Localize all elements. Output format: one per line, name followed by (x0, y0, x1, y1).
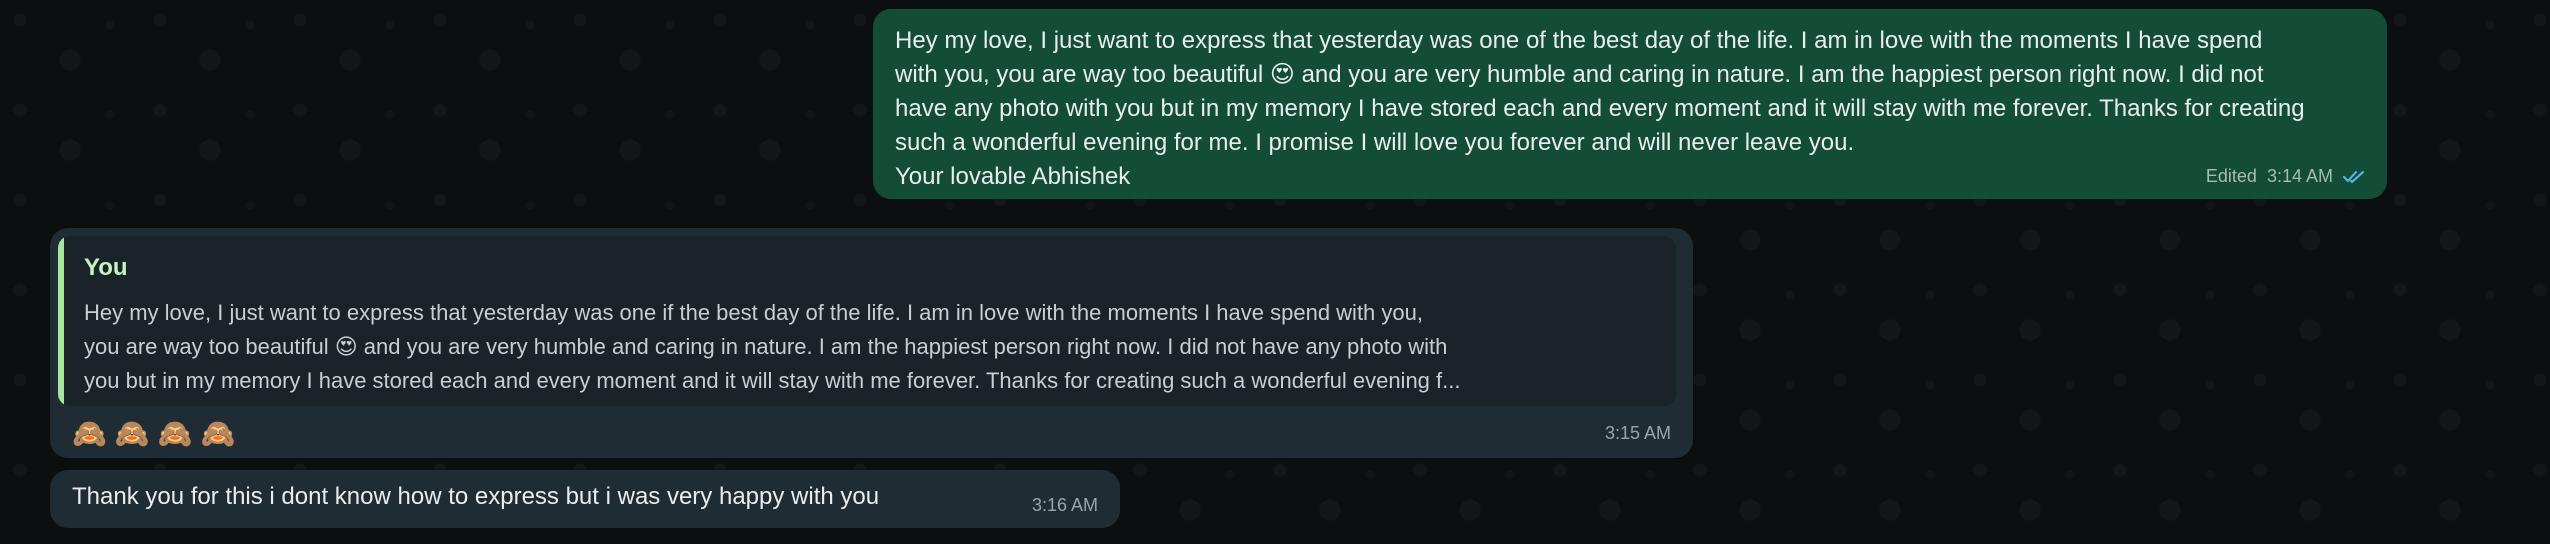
reply-emoji-text: 🙈🙈🙈🙈 (72, 418, 244, 449)
edited-label: Edited (2205, 166, 2257, 186)
incoming-message-bubble[interactable]: Thank you for this i dont know how to ex… (50, 470, 1120, 528)
incoming-reply-bubble[interactable]: You Hey my love, I just want to express … (50, 228, 1693, 458)
incoming-message-time: 3:16 AM (1031, 495, 1098, 515)
incoming-reply-time: 3:15 AM (1604, 423, 1671, 443)
quote-text: Hey my love, I just want to express that… (84, 300, 1461, 393)
quoted-message[interactable]: You Hey my love, I just want to express … (58, 236, 1676, 406)
outgoing-message-meta: Edited 3:14 AM (2206, 166, 2365, 187)
incoming-message-text: Thank you for this i dont know how to ex… (72, 483, 880, 510)
outgoing-message-text: Hey my love, I just want to express that… (895, 27, 2305, 190)
chat-thread: Hey my love, I just want to express that… (0, 0, 2550, 544)
outgoing-message-time: 3:14 AM (2266, 166, 2333, 186)
quote-author: You (84, 254, 128, 281)
double-check-icon (2343, 170, 2365, 184)
outgoing-message-bubble[interactable]: Hey my love, I just want to express that… (873, 9, 2387, 199)
quote-accent-bar (58, 236, 64, 406)
